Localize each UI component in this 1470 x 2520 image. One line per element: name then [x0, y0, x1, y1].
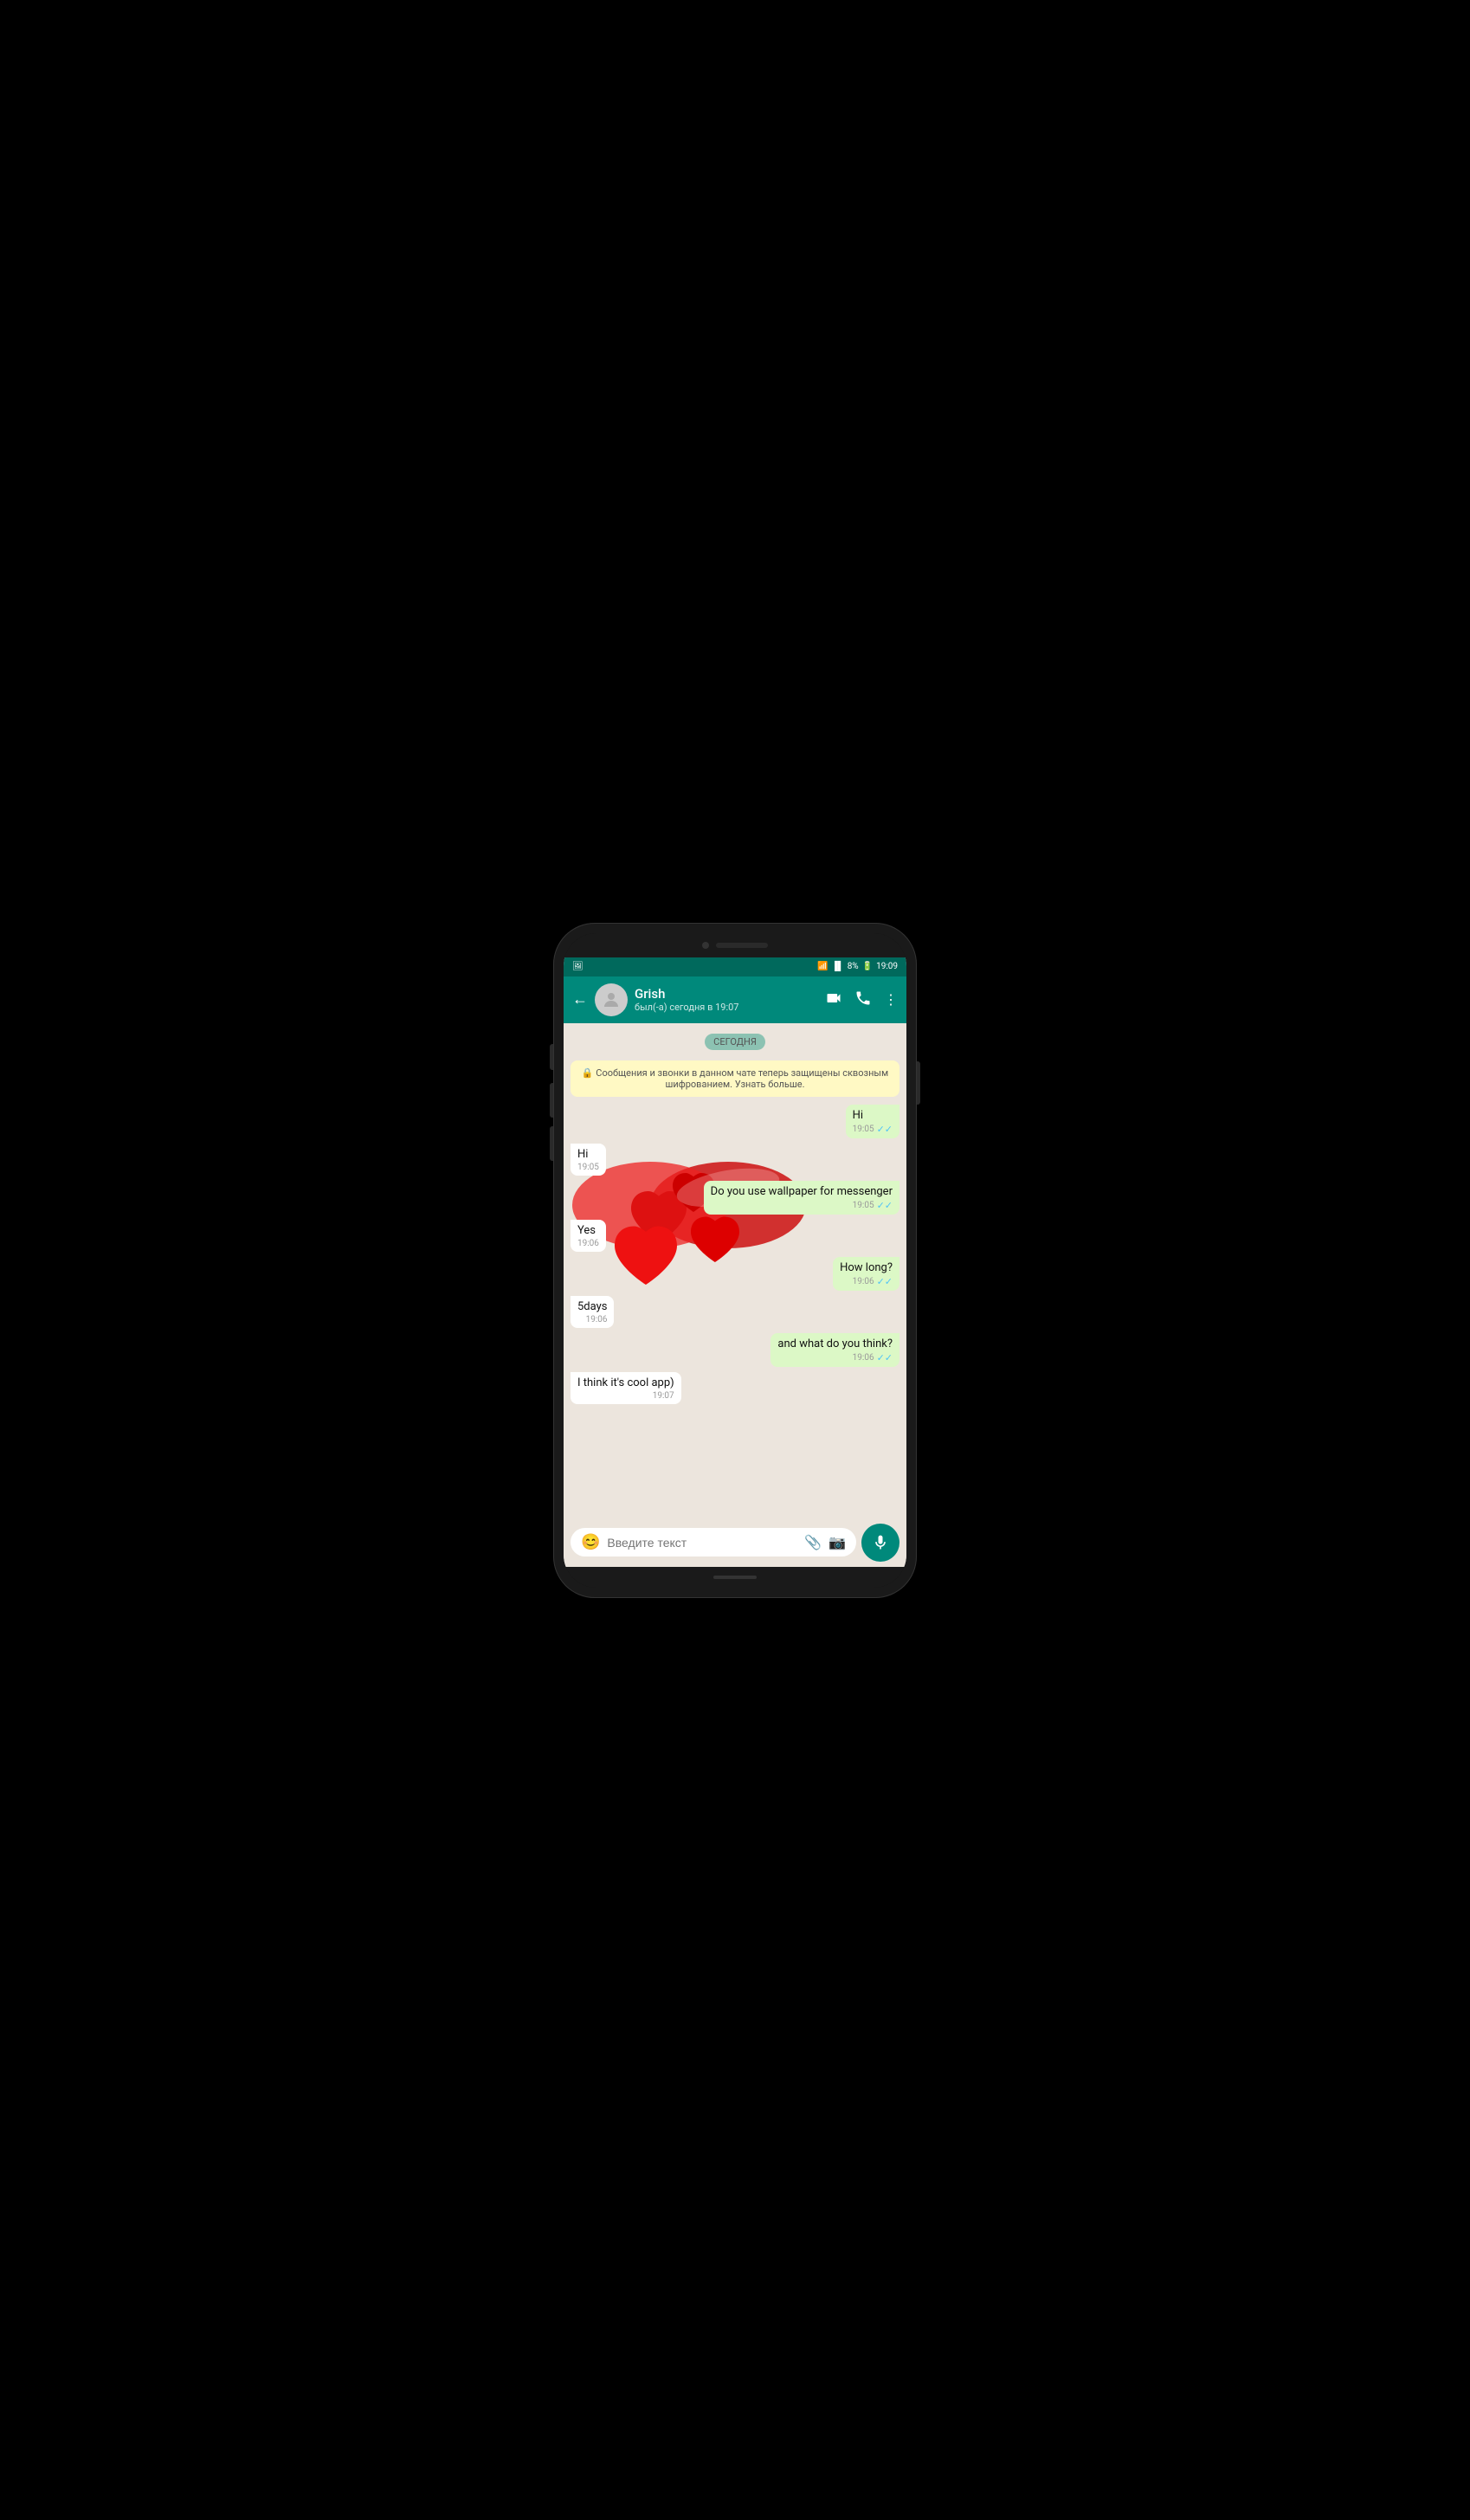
message-text: I think it's cool app) — [577, 1376, 674, 1389]
avatar[interactable] — [595, 983, 628, 1016]
message-input[interactable] — [607, 1536, 797, 1550]
message-text: Yes — [577, 1224, 599, 1237]
more-options-button[interactable]: ⋮ — [884, 991, 898, 1008]
back-button[interactable]: ← — [572, 990, 588, 1009]
message-time: 19:05 — [577, 1163, 599, 1172]
message-time: 19:05 — [853, 1125, 874, 1134]
silent-button — [550, 1044, 553, 1070]
wifi-icon: 📶 — [817, 962, 828, 971]
message-meta: 19:05 ✓✓ — [853, 1124, 893, 1135]
read-receipt: ✓✓ — [877, 1276, 893, 1287]
message-meta: 19:07 — [577, 1391, 674, 1401]
message-time: 19:06 — [586, 1315, 608, 1324]
message-row: How long? 19:06 ✓✓ — [571, 1257, 899, 1291]
message-bubble-sent: Do you use wallpaper for messenger 19:05… — [704, 1181, 899, 1215]
clock: 19:09 — [876, 962, 898, 971]
message-meta: 19:06 — [577, 1315, 607, 1324]
read-receipt: ✓✓ — [877, 1200, 893, 1211]
message-meta: 19:06 — [577, 1239, 599, 1248]
app-screen: 🖼 📶 ▐▌ 8% 🔋 19:09 ← Grish был(-а — [564, 957, 906, 1567]
volume-down-button — [550, 1126, 553, 1161]
message-meta: 19:05 — [577, 1163, 599, 1172]
contact-name: Grish — [635, 986, 818, 1002]
message-text: and what do you think? — [777, 1337, 893, 1350]
message-meta: 19:05 ✓✓ — [711, 1200, 893, 1211]
message-bubble-received: 5days 19:06 — [571, 1296, 614, 1328]
message-text: Hi — [853, 1109, 893, 1122]
emoji-button[interactable]: 😊 — [581, 1533, 600, 1551]
status-left-icons: 🖼 — [572, 962, 583, 971]
status-right-icons: 📶 ▐▌ 8% 🔋 19:09 — [817, 962, 898, 971]
message-bubble-sent: and what do you think? 19:06 ✓✓ — [770, 1333, 899, 1367]
message-bubble-sent: Hi 19:05 ✓✓ — [846, 1105, 899, 1138]
message-row: 5days 19:06 — [571, 1296, 899, 1328]
power-button — [917, 1061, 920, 1105]
message-row: and what do you think? 19:06 ✓✓ — [571, 1333, 899, 1367]
mic-button[interactable] — [861, 1524, 899, 1562]
message-row: Yes 19:06 — [571, 1220, 899, 1252]
camera-button[interactable]: 📷 — [828, 1534, 846, 1550]
message-meta: 19:06 ✓✓ — [840, 1276, 893, 1287]
message-row: Hi 19:05 — [571, 1144, 899, 1176]
chat-area: СЕГОДНЯ 🔒 Сообщения и звонки в данном ча… — [564, 1023, 906, 1518]
home-indicator — [713, 1576, 757, 1579]
camera-dot — [702, 942, 709, 949]
phone-screen: 🖼 📶 ▐▌ 8% 🔋 19:09 ← Grish был(-а — [564, 933, 906, 1588]
message-row: Do you use wallpaper for messenger 19:05… — [571, 1181, 899, 1215]
message-text: How long? — [840, 1261, 893, 1274]
message-bubble-received: I think it's cool app) 19:07 — [571, 1372, 681, 1404]
message-bubble-sent: How long? 19:06 ✓✓ — [833, 1257, 899, 1291]
voice-call-button[interactable] — [854, 989, 872, 1010]
message-row: I think it's cool app) 19:07 — [571, 1372, 899, 1404]
date-divider: СЕГОДНЯ — [705, 1034, 765, 1050]
message-text: Do you use wallpaper for messenger — [711, 1185, 893, 1198]
contact-info[interactable]: Grish был(-а) сегодня в 19:07 — [635, 986, 818, 1013]
volume-up-button — [550, 1083, 553, 1118]
phone-top-bezel — [564, 933, 906, 957]
phone-device: 🖼 📶 ▐▌ 8% 🔋 19:09 ← Grish был(-а — [553, 923, 917, 1598]
read-receipt: ✓✓ — [877, 1124, 893, 1135]
message-bubble-received: Yes 19:06 — [571, 1220, 606, 1252]
message-time: 19:07 — [653, 1391, 674, 1401]
system-message: 🔒 Сообщения и звонки в данном чате тепер… — [571, 1060, 899, 1097]
message-time: 19:06 — [853, 1353, 874, 1363]
video-call-button[interactable] — [825, 989, 842, 1010]
phone-bottom-bezel — [564, 1567, 906, 1588]
battery-icon: 🔋 — [862, 962, 873, 971]
message-meta: 19:06 ✓✓ — [777, 1352, 893, 1363]
message-row: Hi 19:05 ✓✓ — [571, 1105, 899, 1138]
message-text: Hi — [577, 1148, 599, 1161]
message-time: 19:06 — [577, 1239, 599, 1248]
message-input-box: 😊 📎 📷 — [571, 1528, 856, 1556]
read-receipt: ✓✓ — [877, 1352, 893, 1363]
message-time: 19:05 — [853, 1201, 874, 1210]
attachment-button[interactable]: 📎 — [804, 1534, 822, 1550]
message-input-area: 😊 📎 📷 — [564, 1518, 906, 1567]
message-text: 5days — [577, 1300, 607, 1313]
contact-status: был(-а) сегодня в 19:07 — [635, 1002, 818, 1013]
status-bar: 🖼 📶 ▐▌ 8% 🔋 19:09 — [564, 957, 906, 976]
battery-percent: 8% — [848, 962, 859, 971]
notification-icon: 🖼 — [572, 962, 583, 971]
header-actions: ⋮ — [825, 989, 898, 1010]
message-bubble-received: Hi 19:05 — [571, 1144, 606, 1176]
message-time: 19:06 — [853, 1277, 874, 1286]
chat-header: ← Grish был(-а) сегодня в 19:07 ⋮ — [564, 976, 906, 1023]
speaker-bar — [716, 943, 768, 948]
signal-icon: ▐▌ — [832, 962, 844, 971]
